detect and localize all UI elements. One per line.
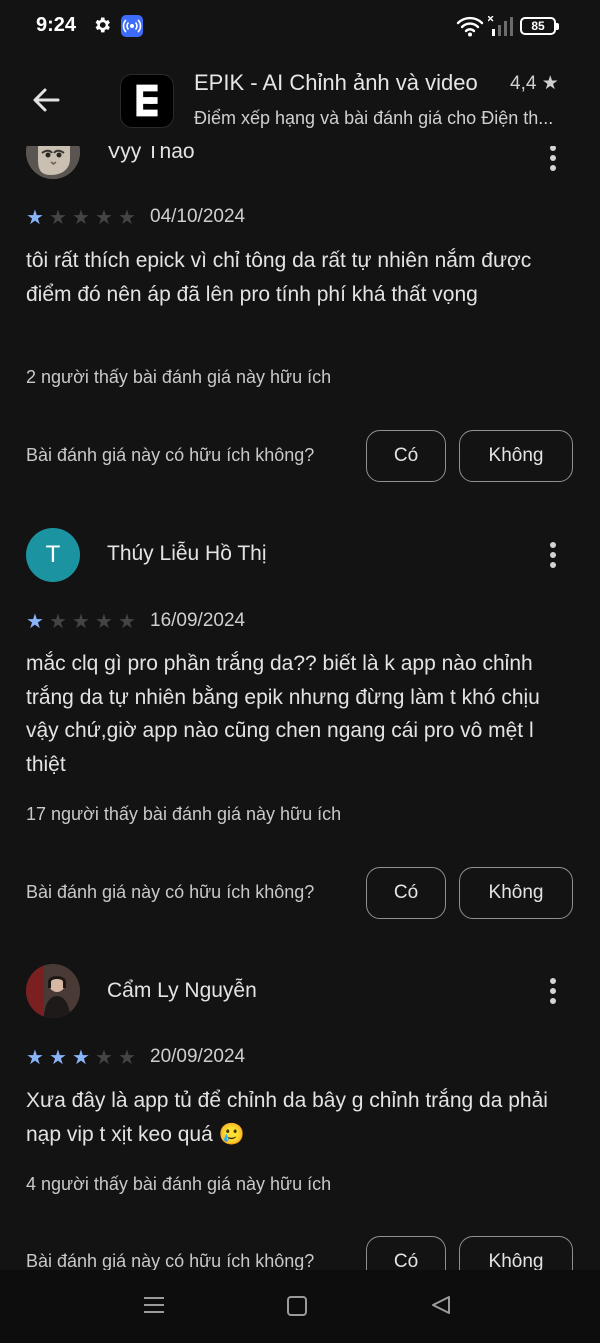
page-subtitle: Điểm xếp hạng và bài đánh giá cho Điện t…: [194, 108, 554, 128]
star-empty-icon: ★: [95, 1047, 113, 1069]
status-bar: 9:24 85: [0, 0, 600, 56]
review-date: 04/10/2024: [150, 206, 246, 227]
menu-icon[interactable]: [143, 1294, 165, 1316]
home-icon[interactable]: [287, 1296, 307, 1316]
star-filled-icon: ★: [26, 207, 44, 229]
yes-button[interactable]: Có: [366, 867, 446, 919]
helpful-count: 17 người thấy bài đánh giá này hữu ích: [26, 804, 342, 824]
no-button[interactable]: Không: [459, 430, 573, 482]
star-filled-icon: ★: [26, 611, 44, 633]
status-time: 9:24: [36, 14, 77, 36]
gear-icon: [95, 17, 110, 33]
system-nav-bar: [0, 1270, 600, 1343]
review-text: mắc clq gì pro phần trắng da?? biết là k…: [26, 652, 540, 776]
review-date: 16/09/2024: [150, 610, 246, 631]
helpful-question: Bài đánh giá này có hữu ích không?: [26, 445, 315, 465]
arrow-left-icon[interactable]: [26, 80, 66, 120]
app-rating: 4,4 ★: [510, 73, 559, 94]
star-empty-icon: ★: [49, 207, 67, 229]
star-empty-icon: ★: [49, 611, 67, 633]
app-logo[interactable]: [120, 74, 174, 128]
star-empty-icon: ★: [118, 611, 136, 633]
star-empty-icon: ★: [72, 207, 90, 229]
helpful-question: Bài đánh giá này có hữu ích không?: [26, 1251, 315, 1271]
app-header: EPIK - AI Chỉnh ảnh và video 4,4 ★ Điểm …: [0, 56, 600, 146]
back-triangle-icon[interactable]: [430, 1294, 452, 1316]
radio-signal-icon: [121, 15, 143, 37]
helpful-question: Bài đánh giá này có hữu ích không?: [26, 882, 315, 902]
star-rating: ★ ★ ★ ★ ★: [26, 612, 138, 632]
person-avatar-icon: [26, 964, 80, 1018]
star-rating: ★ ★ ★ ★ ★: [26, 208, 138, 228]
star-filled-icon: ★: [49, 1047, 67, 1069]
battery-level: 85: [531, 19, 545, 33]
helpful-count: 4 người thấy bài đánh giá này hữu ích: [26, 1174, 332, 1194]
star-empty-icon: ★: [95, 611, 113, 633]
battery-icon: 85: [520, 17, 559, 35]
star-filled-icon: ★: [26, 1047, 44, 1069]
no-button[interactable]: Không: [459, 867, 573, 919]
avatar: [26, 964, 80, 1018]
reviewer-name: Thúy Liễu Hồ Thị: [107, 542, 267, 565]
more-options-icon[interactable]: [540, 971, 566, 1011]
review-text: tôi rất thích epick vì chỉ tông da rất t…: [26, 249, 532, 306]
star-empty-icon: ★: [118, 207, 136, 229]
cell-signal-icon: [488, 16, 513, 36]
star-empty-icon: ★: [95, 207, 113, 229]
star-rating: ★ ★ ★ ★ ★: [26, 1048, 138, 1068]
star-filled-icon: ★: [72, 1047, 90, 1069]
wifi-icon: [456, 16, 484, 37]
app-title[interactable]: EPIK - AI Chỉnh ảnh và video: [194, 70, 478, 96]
yes-button[interactable]: Có: [366, 430, 446, 482]
star-empty-icon: ★: [72, 611, 90, 633]
review-date: 20/09/2024: [150, 1046, 246, 1067]
star-empty-icon: ★: [118, 1047, 136, 1069]
review-text: Xưa đây là app tủ để chỉnh da bây g chỉn…: [26, 1089, 548, 1146]
more-options-icon[interactable]: [540, 535, 566, 575]
avatar: T: [26, 528, 80, 582]
helpful-count: 2 người thấy bài đánh giá này hữu ích: [26, 367, 332, 387]
reviewer-name: Cẩm Ly Nguyễn: [107, 979, 257, 1002]
